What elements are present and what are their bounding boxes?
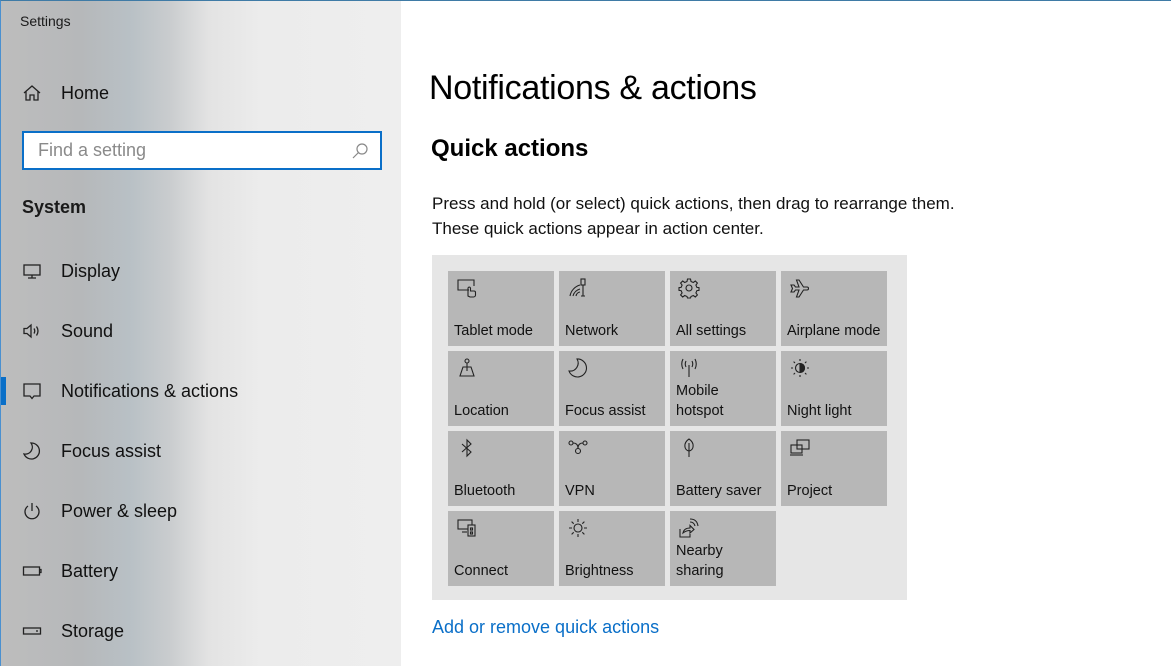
quick-action-battery-saver[interactable]: Battery saver [670,431,776,506]
battery-saver-icon [678,437,700,459]
nav-list: Display Sound Notifications & actions Fo… [1,241,401,661]
tile-label: Tablet mode [454,323,533,339]
connect-icon [456,517,478,539]
quick-actions-description: Press and hold (or select) quick actions… [432,194,955,238]
notification-icon [21,380,43,402]
quick-action-night-light[interactable]: Night light [781,351,887,426]
tile-label: Focus assist [565,403,646,419]
search-input[interactable] [24,133,346,168]
quick-action-brightness[interactable]: Brightness [559,511,665,586]
quick-action-vpn[interactable]: VPN [559,431,665,506]
tile-label: Project [787,483,833,499]
home-icon [21,82,43,104]
tile-label: Bluetooth [454,483,516,499]
airplane-icon [789,277,811,299]
home-label: Home [61,82,110,103]
bluetooth-icon [456,437,478,459]
quick-action-all-settings[interactable]: All settings [670,271,776,346]
sidebar-item-label: Battery [61,560,119,581]
quick-action-network[interactable]: Network [559,271,665,346]
app-title: Settings [20,13,71,29]
sidebar-item-label: Focus assist [61,440,162,461]
storage-icon [21,620,43,642]
quick-action-connect[interactable]: Connect [448,511,554,586]
quick-action-nearby-sharing[interactable]: Nearby sharing [670,511,776,586]
sidebar-item-sound[interactable]: Sound [1,301,401,361]
search-icon[interactable] [346,142,374,160]
sidebar-item-label: Sound [61,320,114,341]
project-icon [789,437,811,459]
tile-label: Network [565,323,619,339]
sidebar-item-power-sleep[interactable]: Power & sleep [1,481,401,541]
sidebar-item-focus-assist[interactable]: Focus assist [1,421,401,481]
add-remove-quick-actions-link[interactable]: Add or remove quick actions [432,617,659,638]
sidebar-item-notifications[interactable]: Notifications & actions [1,361,401,421]
tile-label: All settings [676,323,747,339]
section-title-quick-actions: Quick actions [431,135,589,162]
tablet-mode-icon [456,277,478,299]
gear-icon [678,277,700,299]
quick-action-airplane-mode[interactable]: Airplane mode [781,271,887,346]
main-content: Notifications & actions Quick actions Pr… [401,1,1171,666]
night-light-icon [789,357,811,379]
tile-label: Connect [454,563,509,579]
sidebar: Settings Home System Display Sound [1,1,401,666]
quick-action-focus-assist[interactable]: Focus assist [559,351,665,426]
quick-action-project[interactable]: Project [781,431,887,506]
sidebar-item-storage[interactable]: Storage [1,601,401,661]
quick-action-mobile-hotspot[interactable]: Mobile hotspot [670,351,776,426]
sidebar-item-label: Storage [61,620,125,641]
tile-label: Airplane mode [787,323,881,339]
quick-actions-panel: Tablet mode Network All settings Airplan… [432,255,907,600]
sidebar-item-display[interactable]: Display [1,241,401,301]
tile-label: Battery saver [676,483,762,499]
tile-label: Night light [787,403,852,419]
tile-label: VPN [565,483,595,499]
page-title: Notifications & actions [429,69,757,107]
quick-action-tablet-mode[interactable]: Tablet mode [448,271,554,346]
sidebar-item-label: Display [61,260,121,281]
tile-label: Brightness [565,563,634,579]
sidebar-item-battery[interactable]: Battery [1,541,401,601]
quick-action-location[interactable]: Location [448,351,554,426]
brightness-icon [567,517,589,539]
tile-label: Nearby sharing [676,543,724,579]
power-icon [21,500,43,522]
speaker-icon [21,320,43,342]
nearby-sharing-icon [678,517,700,539]
search-box[interactable] [22,131,382,170]
location-icon [456,357,478,379]
sidebar-item-label: Power & sleep [61,500,178,521]
moon-icon [21,440,43,462]
display-icon [21,260,43,282]
vpn-icon [567,437,589,459]
section-label-system: System [22,197,87,217]
quick-action-bluetooth[interactable]: Bluetooth [448,431,554,506]
network-icon [567,277,589,299]
hotspot-icon [678,357,700,379]
tile-label: Mobile hotspot [676,383,724,419]
sidebar-item-label: Notifications & actions [61,380,239,401]
moon-icon [567,357,589,379]
battery-icon [21,560,43,582]
sidebar-home[interactable]: Home [21,79,109,107]
tile-label: Location [454,403,509,419]
quick-actions-grid: Tablet mode Network All settings Airplan… [448,271,887,586]
